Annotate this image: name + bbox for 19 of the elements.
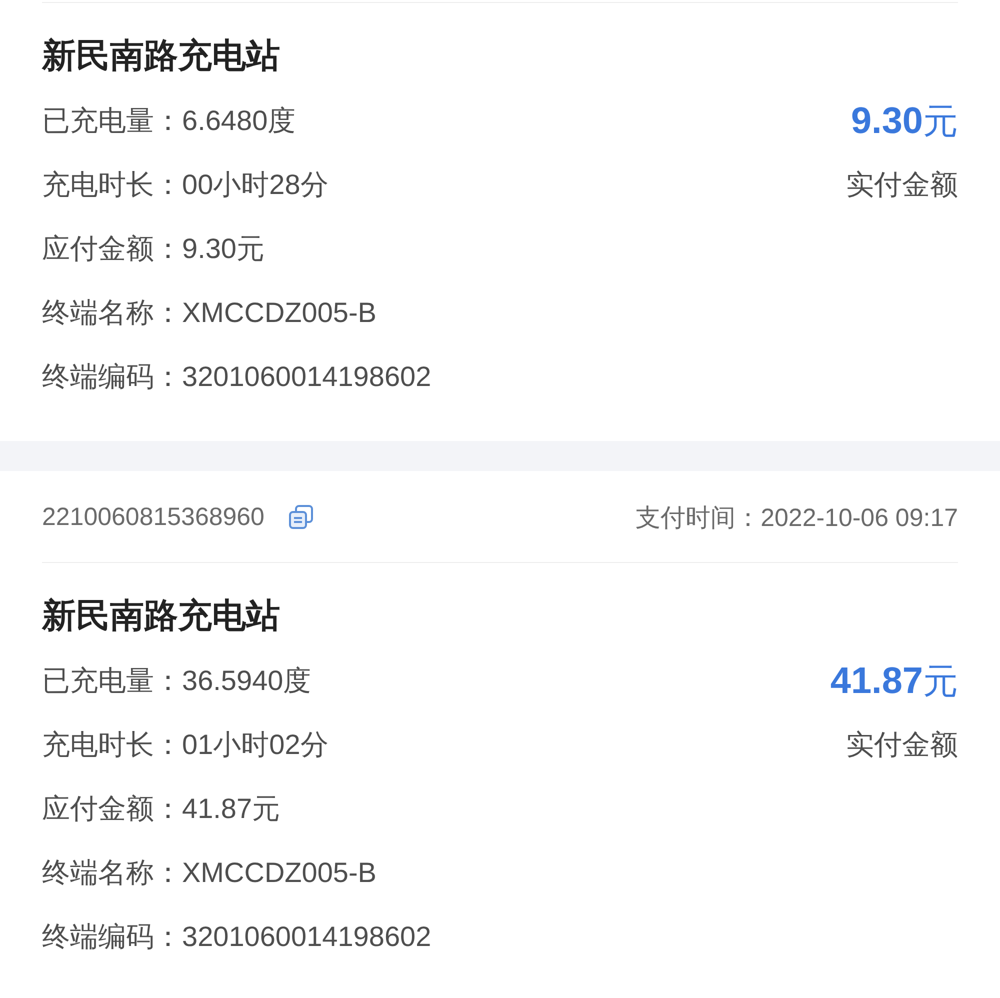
detail-text: 终端名称：XMCCDZ005-B <box>42 856 378 890</box>
paid-amount-label: 实付金额 <box>846 168 958 202</box>
detail-text: 充电时长：01小时02分 <box>42 728 330 762</box>
order-number: 2210060815368960 <box>42 502 264 532</box>
copy-icon[interactable] <box>288 504 314 530</box>
detail-text: 已充电量：36.5940度 <box>42 664 312 698</box>
detail-text: 终端名称：XMCCDZ005-B <box>42 296 378 330</box>
station-name: 新民南路充电站 <box>42 596 281 637</box>
payment-time: 支付时间：2022-10-06 09:17 <box>636 502 958 534</box>
paid-amount: 9.30元 <box>850 98 958 142</box>
detail-text: 终端编码：3201060014198602 <box>42 920 432 954</box>
detail-text: 已充电量：6.6480度 <box>42 104 297 138</box>
detail-text: 充电时长：00小时28分 <box>42 168 330 202</box>
detail-text: 终端编码：3201060014198602 <box>42 360 432 394</box>
paid-amount-label: 实付金额 <box>846 728 958 762</box>
detail-text: 应付金额：41.87元 <box>42 792 282 826</box>
paid-amount: 41.87元 <box>830 658 958 702</box>
station-name: 新民南路充电站 <box>42 36 281 77</box>
detail-text: 应付金额：9.30元 <box>42 232 266 266</box>
